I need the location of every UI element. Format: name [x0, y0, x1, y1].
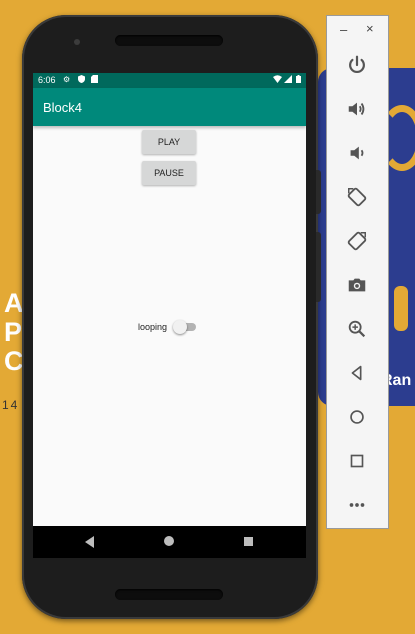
sd-card-icon	[91, 75, 98, 86]
back-button[interactable]	[343, 359, 371, 387]
navigation-bar	[33, 526, 306, 558]
battery-icon	[296, 75, 301, 86]
power-icon	[349, 55, 365, 74]
overview-button[interactable]	[343, 447, 371, 475]
device-screen: 6:06 ⚙ Block4 PLAY PAUSE looping	[33, 73, 306, 558]
app-title: Block4	[43, 100, 83, 115]
signal-icon	[284, 75, 292, 86]
minimize-button[interactable]: –	[340, 22, 347, 37]
top-speaker	[115, 35, 223, 46]
close-button[interactable]: ×	[366, 21, 374, 36]
status-bar: 6:06 ⚙	[33, 73, 306, 88]
nav-home-icon[interactable]	[164, 536, 174, 546]
pause-button[interactable]: PAUSE	[142, 161, 196, 185]
home-icon	[350, 410, 364, 424]
background-shape	[394, 286, 408, 331]
zoom-button[interactable]	[343, 315, 371, 343]
volume-side-button[interactable]	[316, 232, 321, 302]
emulator-window-controls: – ×	[327, 16, 388, 46]
back-icon	[351, 365, 362, 381]
background-letters: A P C	[4, 288, 24, 376]
switch-thumb[interactable]	[173, 320, 187, 334]
play-button[interactable]: PLAY	[142, 130, 196, 154]
overview-icon	[350, 454, 364, 468]
nav-recents-icon[interactable]	[244, 537, 253, 546]
volume-up-button[interactable]	[343, 95, 371, 123]
power-button[interactable]	[343, 51, 371, 79]
volume-down-icon	[350, 146, 364, 160]
more-icon	[349, 503, 365, 507]
app-bar: Block4	[33, 88, 306, 126]
status-time: 6:06	[38, 75, 56, 85]
more-button[interactable]	[343, 491, 371, 519]
volume-down-button[interactable]	[343, 139, 371, 167]
settings-icon: ⚙	[63, 75, 71, 84]
power-side-button[interactable]	[316, 170, 321, 214]
home-button[interactable]	[343, 403, 371, 431]
rotate-left-button[interactable]	[343, 183, 371, 211]
emulator-toolbar: – ×	[326, 15, 389, 529]
looping-label: looping	[138, 322, 168, 332]
bottom-speaker	[115, 589, 223, 600]
background-digits: 14	[2, 398, 20, 412]
shield-icon	[78, 75, 85, 86]
wifi-icon	[273, 75, 282, 86]
rotate-right-icon	[347, 231, 367, 251]
volume-up-icon	[348, 102, 365, 116]
camera-icon	[348, 278, 366, 292]
screenshot-button[interactable]	[343, 271, 371, 299]
front-camera	[74, 39, 80, 45]
zoom-icon	[348, 320, 366, 338]
rotate-right-button[interactable]	[343, 227, 371, 255]
nav-back-icon[interactable]	[85, 536, 94, 548]
rotate-left-icon	[347, 187, 367, 207]
